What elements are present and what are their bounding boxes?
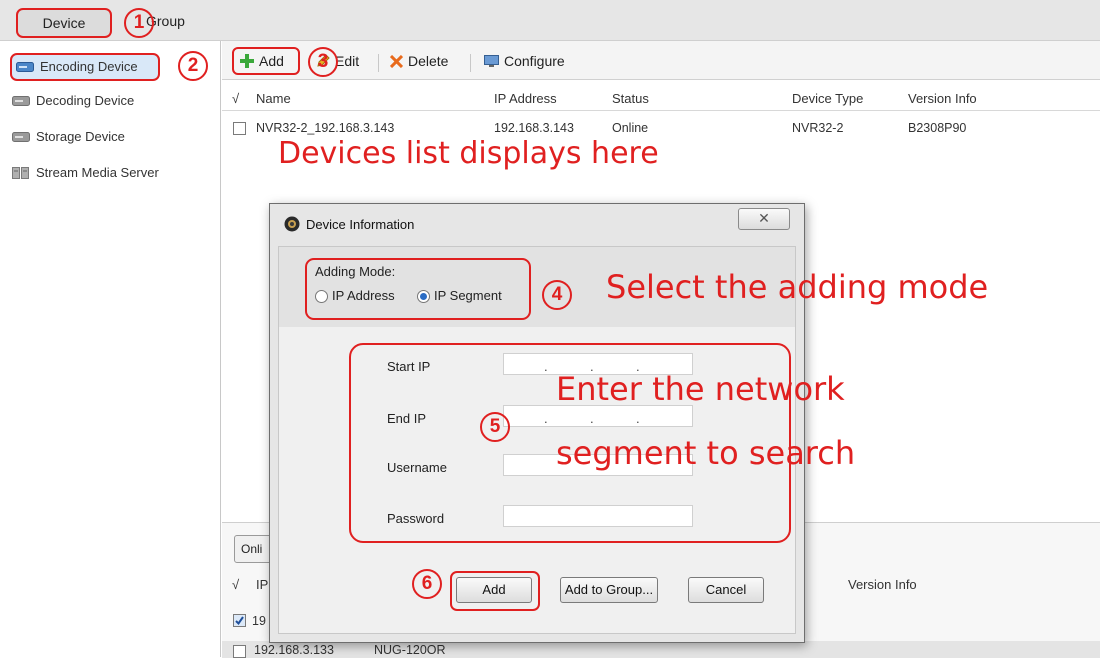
dialog-title: Device Information: [306, 216, 415, 232]
annotation-adding-mode: Select the adding mode: [606, 268, 989, 306]
delete-button[interactable]: Delete: [390, 49, 448, 73]
delete-x-icon: [390, 54, 403, 68]
decoding-device-icon: [12, 96, 30, 106]
column-device-type[interactable]: Device Type: [792, 91, 863, 106]
sidebar-item-decoding-device[interactable]: Decoding Device: [12, 89, 134, 113]
row-version: B2308P90: [908, 121, 967, 135]
row-device-type: NUG-120OR: [374, 643, 446, 657]
ip-separator: .: [544, 359, 548, 374]
password-input[interactable]: [503, 505, 693, 527]
radio-label: IP Address: [332, 288, 395, 303]
device-table-header: √ Name IP Address Status Device Type Ver…: [222, 88, 1100, 111]
radio-label: IP Segment: [434, 288, 502, 303]
lower-column-ip[interactable]: IP: [256, 577, 268, 592]
table-row[interactable]: NVR32-2_192.168.3.143 192.168.3.143 Onli…: [222, 118, 1100, 138]
row-status: Online: [612, 121, 649, 135]
camera-app-icon: [284, 216, 300, 232]
sidebar: Encoding Device Decoding Device Storage …: [0, 41, 221, 657]
close-icon: ✕: [758, 210, 770, 226]
step-badge-6: 6: [412, 569, 442, 599]
sidebar-item-label: Storage Device: [36, 129, 125, 144]
radio-button[interactable]: [315, 290, 328, 304]
adding-mode-label: Adding Mode:: [315, 264, 396, 279]
encoding-device-icon: [16, 62, 34, 72]
row-ip: 192.168.3.133: [254, 643, 334, 657]
dialog-title-bar: Device Information: [284, 216, 414, 232]
add-button[interactable]: Add: [232, 47, 300, 75]
row-checkbox[interactable]: [233, 122, 246, 135]
sidebar-item-encoding-device[interactable]: Encoding Device: [10, 53, 160, 81]
checkmark-icon: [235, 616, 244, 626]
step-badge-1: 1: [124, 8, 154, 38]
column-check: √: [232, 91, 240, 106]
start-ip-label: Start IP: [387, 359, 431, 374]
configure-button-label: Configure: [504, 53, 565, 69]
cancel-button[interactable]: Cancel: [688, 577, 764, 603]
column-name[interactable]: Name: [256, 91, 291, 106]
annotation-segment-line2: segment to search: [556, 434, 856, 472]
ip-separator: .: [544, 411, 548, 426]
edit-button-label: Edit: [335, 53, 360, 69]
configure-button[interactable]: Configure: [484, 49, 565, 73]
sidebar-item-label: Decoding Device: [36, 93, 135, 108]
plus-icon: [240, 54, 254, 68]
add-to-group-button[interactable]: Add to Group...: [560, 577, 658, 603]
tab-device[interactable]: Device: [16, 8, 112, 38]
sidebar-item-label: Encoding Device: [40, 59, 138, 74]
password-label: Password: [387, 511, 445, 526]
row-ip: 192.168.3.143: [494, 121, 574, 135]
step-badge-5: 5: [480, 412, 510, 442]
sidebar-item-label: Stream Media Server: [36, 165, 159, 180]
row-ip: 19: [252, 614, 266, 628]
radio-ip-address[interactable]: IP Address: [315, 288, 395, 304]
storage-device-icon: [12, 132, 30, 142]
toolbar: Add Edit Delete Configure: [222, 41, 1100, 80]
add-button-label: Add: [259, 53, 284, 69]
table-row[interactable]: 192.168.3.133 NUG-120OR: [222, 641, 1100, 658]
ip-separator: .: [636, 411, 640, 426]
row-device-type: NVR32-2: [792, 121, 844, 135]
radio-ip-segment[interactable]: IP Segment: [417, 288, 502, 304]
lower-column-check: √: [232, 577, 240, 592]
column-ip-address[interactable]: IP Address: [494, 91, 557, 106]
toolbar-separator: [378, 54, 379, 72]
dialog-add-button[interactable]: Add: [456, 577, 532, 603]
step-badge-2: 2: [178, 51, 208, 81]
toolbar-separator: [470, 54, 471, 72]
column-version-info[interactable]: Version Info: [908, 91, 977, 106]
radio-button-selected[interactable]: [417, 290, 430, 304]
annotation-devices-list: Devices list displays here: [278, 136, 659, 171]
dialog-close-button[interactable]: ✕: [738, 208, 790, 230]
step-badge-3: 3: [308, 47, 338, 77]
row-checkbox[interactable]: [233, 645, 246, 658]
end-ip-label: End IP: [387, 411, 427, 426]
row-checkbox-checked[interactable]: [233, 614, 246, 627]
username-label: Username: [387, 460, 447, 475]
step-badge-4: 4: [542, 280, 572, 310]
ip-separator: .: [590, 411, 594, 426]
lower-column-version[interactable]: Version Info: [848, 577, 917, 592]
row-name: NVR32-2_192.168.3.143: [256, 121, 395, 135]
top-tab-bar: Device Group: [0, 0, 1100, 41]
annotation-segment-line1: Enter the network: [556, 370, 845, 408]
column-status[interactable]: Status: [612, 91, 649, 106]
adding-mode-group: Adding Mode: IP Address IP Segment: [305, 258, 531, 320]
sidebar-item-storage-device[interactable]: Storage Device: [12, 125, 125, 149]
monitor-icon: [484, 54, 499, 67]
delete-button-label: Delete: [408, 53, 449, 69]
server-icon: [12, 167, 29, 179]
end-ip-input[interactable]: . . .: [503, 405, 693, 427]
sidebar-item-stream-media-server[interactable]: Stream Media Server: [12, 161, 159, 185]
